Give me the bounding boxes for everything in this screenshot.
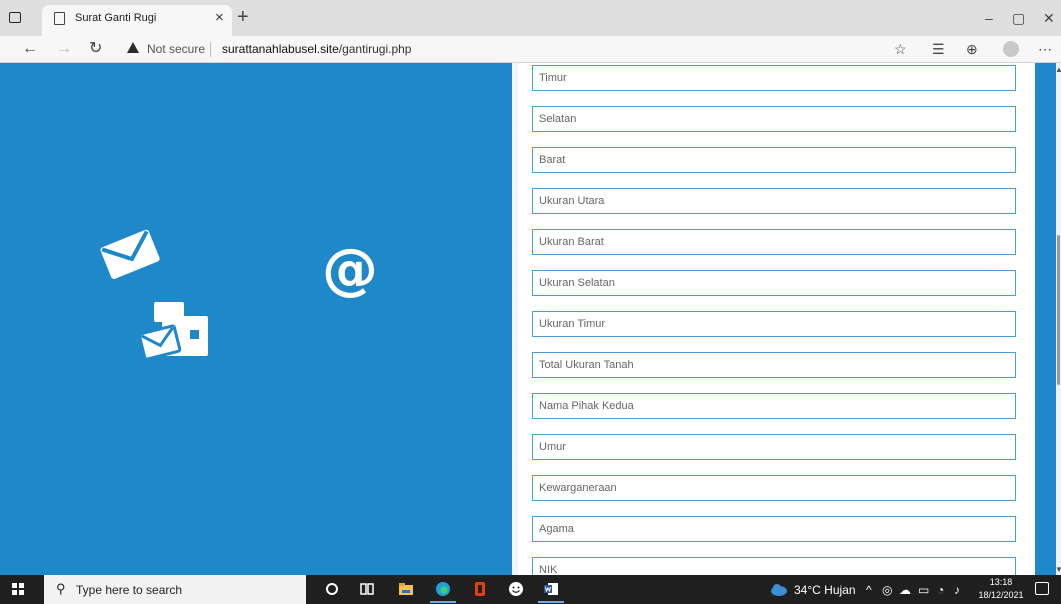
url-domain: surattanahlabusel.site [222, 42, 339, 56]
tab-title: Surat Ganti Rugi [75, 12, 157, 24]
scroll-down-arrow[interactable]: ▼ [1055, 565, 1061, 574]
favorites-list-icon[interactable]: ☰ [932, 40, 945, 58]
office-icon[interactable] [472, 581, 488, 597]
not-secure-label[interactable]: Not secure [147, 42, 205, 56]
url-path: /gantirugi.php [338, 42, 412, 56]
url-field[interactable]: surattanahlabusel.site/gantirugi.php [222, 42, 411, 56]
notification-icon[interactable] [1035, 582, 1049, 595]
edge-active-indicator [430, 601, 456, 603]
browser-tab[interactable]: Surat Ganti Rugi × [42, 5, 232, 36]
task-view-icon[interactable] [359, 581, 375, 597]
envelope-icon [100, 229, 160, 279]
tab-actions-icon[interactable] [9, 12, 21, 23]
ukuran-selatan-field[interactable] [532, 270, 1016, 296]
profile-avatar[interactable] [1003, 41, 1019, 57]
back-button[interactable]: ← [22, 38, 38, 60]
volume-icon[interactable]: ♪ [954, 583, 960, 597]
word-icon[interactable] [543, 581, 559, 597]
onedrive-icon[interactable]: ☁ [899, 583, 911, 597]
scroll-up-arrow[interactable]: ▲ [1055, 65, 1061, 74]
meet-now-icon[interactable]: ◎ [882, 583, 892, 597]
show-hidden-icons[interactable]: ^ [866, 583, 872, 597]
cortana-icon[interactable] [324, 581, 340, 597]
close-window-button[interactable]: ✕ [1043, 9, 1055, 27]
search-placeholder: Type here to search [76, 583, 183, 597]
mail-stack-icon [140, 302, 208, 361]
file-explorer-icon[interactable] [398, 581, 414, 597]
url-separator [210, 42, 211, 57]
edge-icon[interactable] [435, 581, 451, 597]
taskbar-search-box[interactable]: ⚲ Type here to search [44, 575, 306, 604]
right-blue-strip [1035, 63, 1056, 575]
emoji-icon[interactable] [508, 581, 524, 597]
windows-start-icon[interactable] [12, 583, 24, 595]
word-active-indicator [538, 601, 564, 603]
minimize-button[interactable]: – [985, 9, 993, 27]
at-sign-icon: @ [322, 237, 378, 302]
timur-field[interactable] [532, 65, 1016, 91]
browser-tab-strip: Surat Ganti Rugi × + – ▢ ✕ [0, 0, 1061, 36]
illustration-panel: @ [0, 63, 512, 575]
taskbar-clock[interactable]: 13:18 18/12/2021 [978, 576, 1024, 602]
collections-icon[interactable]: ⊕ [966, 40, 978, 58]
reload-button[interactable]: ↻ [89, 38, 102, 60]
favorite-icon[interactable]: ☆ [894, 40, 907, 58]
warning-icon [127, 42, 139, 53]
battery-icon[interactable]: ▭ [918, 583, 929, 597]
clock-date: 18/12/2021 [978, 590, 1024, 600]
page-content: @ ▲ ▼ [0, 63, 1061, 583]
umur-field[interactable] [532, 434, 1016, 460]
search-icon: ⚲ [56, 581, 66, 596]
ukuran-barat-field[interactable] [532, 229, 1016, 255]
more-menu-icon[interactable]: ⋯ [1038, 40, 1052, 58]
kewarganegaraan-field[interactable] [532, 475, 1016, 501]
weather-cloud-icon [771, 584, 787, 596]
wifi-icon[interactable]: ◔ [937, 583, 944, 597]
total-ukuran-tanah-field[interactable] [532, 352, 1016, 378]
address-bar: ← → ↻ Not secure surattanahlabusel.site/… [0, 36, 1061, 63]
new-tab-button[interactable]: + [237, 6, 249, 28]
agama-field[interactable] [532, 516, 1016, 542]
windows-taskbar: ⚲ Type here to search 34°C Hujan ^ ◎ ☁ ▭… [0, 575, 1061, 604]
tab-close-button[interactable]: × [215, 9, 224, 27]
weather-text[interactable]: 34°C Hujan [794, 583, 856, 597]
ukuran-timur-field[interactable] [532, 311, 1016, 337]
scrollbar-thumb[interactable] [1057, 235, 1060, 385]
restore-button[interactable]: ▢ [1012, 9, 1025, 27]
clock-time: 13:18 [989, 577, 1013, 587]
ukuran-utara-field[interactable] [532, 188, 1016, 214]
selatan-field[interactable] [532, 106, 1016, 132]
forward-button[interactable]: → [56, 38, 72, 60]
page-icon [54, 12, 65, 25]
barat-field[interactable] [532, 147, 1016, 173]
nama-pihak-kedua-field[interactable] [532, 393, 1016, 419]
